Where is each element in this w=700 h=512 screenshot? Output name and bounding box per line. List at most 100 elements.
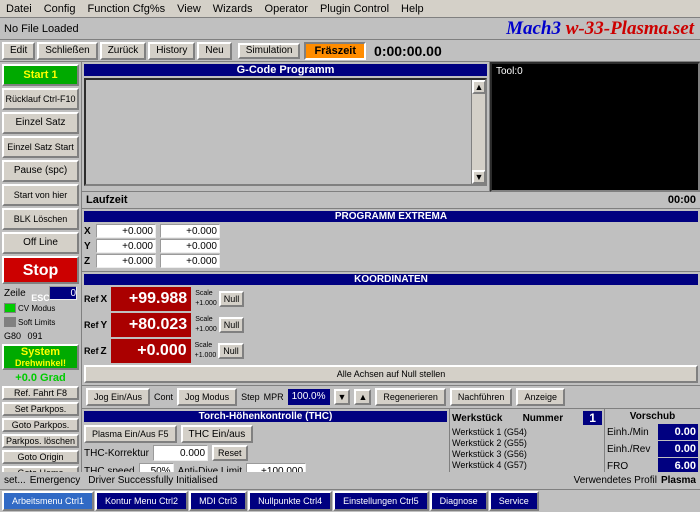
simulation-button[interactable]: Simulation — [238, 43, 301, 59]
tab-kontur-menu[interactable]: Kontur Menu Ctrl2 — [95, 491, 188, 511]
fro-val: 6.00 — [658, 458, 698, 472]
null-y-button[interactable]: Null — [219, 317, 245, 333]
thc-row2: THC-Korrektur Reset — [84, 445, 447, 461]
menubar: Datei Config Function Cfg%s View Wizards… — [0, 0, 700, 18]
ref-label-y: Ref — [84, 320, 99, 330]
system-drehwinkel-button[interactable]: System Drehwinkel! — [2, 344, 79, 370]
thc-reset-button[interactable]: Reset — [212, 445, 248, 461]
zeile-input[interactable] — [49, 286, 77, 300]
menu-operator[interactable]: Operator — [259, 3, 314, 15]
menu-help[interactable]: Help — [395, 3, 430, 15]
stop-button[interactable]: Stop ESC — [2, 256, 79, 284]
system-label: System — [4, 346, 77, 358]
vorschub-panel: Vorschub Einh./Min 0.00 Einh./Rev 0.00 F… — [605, 409, 700, 472]
tab-einstellungen[interactable]: Einstellungen Ctrl5 — [333, 491, 429, 511]
history-button[interactable]: History — [148, 42, 195, 60]
set-label: set... — [4, 475, 26, 486]
extrema-x-min[interactable] — [96, 224, 156, 238]
pause-button[interactable]: Pause (spc) — [2, 160, 79, 182]
werkstuck2-label: Werkstück 2 (G55) — [452, 438, 527, 448]
mach3-text: Mach3 — [506, 18, 561, 39]
soft-limits-label: Soft Limits — [18, 318, 55, 327]
menu-view[interactable]: View — [171, 3, 207, 15]
start1-button[interactable]: Start 1 — [2, 64, 79, 86]
middle-col: G-Code Programm ▲ ▼ Tool:0 Laufzeit 00: — [82, 62, 700, 472]
top-half: G-Code Programm ▲ ▼ Tool:0 — [82, 62, 700, 192]
menu-datei[interactable]: Datei — [0, 3, 38, 15]
thc-speed-field[interactable] — [139, 463, 174, 472]
scale-z: Scale+1.000 — [195, 341, 217, 361]
menu-config[interactable]: Config — [38, 3, 82, 15]
thc-werkstuck-row: Torch-Höhenkontrolle (THC) Plasma Ein/Au… — [82, 409, 700, 472]
tab-arbeitsmenu[interactable]: Arbeitsmenu Ctrl1 — [2, 491, 94, 511]
tab-mdi[interactable]: MDI Ctrl3 — [189, 491, 247, 511]
extrema-x-max[interactable] — [160, 224, 220, 238]
extrema-y-row: Y — [84, 239, 698, 253]
einzel-satz-button[interactable]: Einzel Satz — [2, 112, 79, 134]
einzel-satz-start-button[interactable]: Einzel Satz Start — [2, 136, 79, 158]
thc-ein-aus-button[interactable]: THC Ein/aus — [181, 425, 254, 443]
werkstuck4-label: Werkstück 4 (G57) — [452, 460, 527, 470]
ref-label-z: Ref — [84, 346, 99, 356]
zuruck-button[interactable]: Zurück — [100, 42, 147, 60]
nachfuhren-button[interactable]: Nachführen — [450, 388, 513, 406]
no-file-label: No File Loaded — [4, 23, 79, 35]
tab-diagnose[interactable]: Diagnose — [430, 491, 488, 511]
set-parkpos-button[interactable]: Set Parkpos. — [2, 402, 79, 416]
extrema-y-max[interactable] — [160, 239, 220, 253]
edit-button[interactable]: Edit — [2, 42, 35, 60]
thc-panel: Torch-Höhenkontrolle (THC) Plasma Ein/Au… — [82, 409, 450, 472]
anti-dive-limit-field[interactable] — [246, 463, 306, 472]
time-display: 0:00:00.00 — [374, 43, 442, 59]
extrema-z-min[interactable] — [96, 254, 156, 268]
einh-rev-val: 0.00 — [658, 441, 698, 457]
start-von-hier-button[interactable]: Start von hier — [2, 184, 79, 206]
goto-parkpos-button[interactable]: Goto Parkpos. — [2, 418, 79, 432]
mach3-title: Mach3 w-33-Plasma.set — [506, 18, 694, 40]
menu-function[interactable]: Function Cfg%s — [81, 3, 171, 15]
rucklauf-button[interactable]: Rücklauf Ctrl-F10 — [2, 88, 79, 110]
jog-modus-button[interactable]: Jog Modus — [177, 388, 237, 406]
anzeige-button[interactable]: Anzeige — [516, 388, 565, 406]
scroll-down-arrow[interactable]: ▼ — [472, 170, 486, 184]
zeile-label: Zeile — [4, 288, 26, 299]
werkstuck-panel: Werkstück Nummer 1 Werkstück 1 (G54) Wer… — [450, 409, 605, 472]
extrema-y-min[interactable] — [96, 239, 156, 253]
thc-korrektur-field[interactable] — [153, 445, 208, 461]
plasma-ein-aus-button[interactable]: Plasma Ein/Aus F5 — [84, 425, 177, 443]
koordinaten-panel: KOORDINATEN Ref X +99.988 Scale+1.000 Nu… — [82, 272, 700, 386]
null-x-button[interactable]: Null — [219, 291, 245, 307]
scale-x: Scale+1.000 — [195, 289, 217, 309]
blk-loschen-button[interactable]: BLK Löschen — [2, 208, 79, 230]
neu-button[interactable]: Neu — [197, 42, 231, 60]
extrema-panel: PROGRAMM EXTREMA X Y Z — [82, 209, 700, 272]
tab-service[interactable]: Service — [489, 491, 539, 511]
null-z-button[interactable]: Null — [218, 343, 244, 359]
extrema-z-max[interactable] — [160, 254, 220, 268]
cv-modus-label: CV Modus — [18, 304, 55, 313]
menu-plugin[interactable]: Plugin Control — [314, 3, 395, 15]
rate-display: 100.0% — [288, 389, 330, 405]
goto-origin-button[interactable]: Goto Origin — [2, 450, 79, 464]
extrema-z-row: Z — [84, 254, 698, 268]
scroll-up-arrow[interactable]: ▲ — [472, 80, 486, 94]
emergency-label: Emergency — [30, 475, 81, 486]
kord-val-z: +0.000 — [111, 339, 191, 363]
soft-limits-row: Soft Limits — [2, 316, 79, 328]
schliessen-button[interactable]: Schließen — [37, 42, 97, 60]
menu-wizards[interactable]: Wizards — [207, 3, 259, 15]
jog-ein-aus-button[interactable]: Jog Ein/Aus — [86, 388, 150, 406]
laufzeit-value: 00:00 — [668, 194, 696, 206]
gcode-scrollbar[interactable]: ▲ ▼ — [471, 80, 485, 184]
regenerieren-button[interactable]: Regenerieren — [375, 388, 446, 406]
werkstuck1-label: Werkstück 1 (G54) — [452, 427, 527, 437]
ref-fahrt-button[interactable]: Ref. Fahrt F8 — [2, 386, 79, 400]
parkpos-loschen-button[interactable]: Parkpos. löschen — [2, 434, 79, 448]
rate-down-button[interactable]: ▼ — [334, 389, 351, 405]
tab-nullpunkte[interactable]: Nullpunkte Ctrl4 — [248, 491, 332, 511]
cv-modus-indicator — [4, 303, 16, 313]
off-line-button[interactable]: Off Line — [2, 232, 79, 254]
alle-achsen-button[interactable]: Alle Achsen auf Null stellen — [84, 365, 698, 383]
vorschub-einh-rev-row: Einh./Rev 0.00 — [607, 441, 698, 457]
rate-up-button[interactable]: ▲ — [354, 389, 371, 405]
